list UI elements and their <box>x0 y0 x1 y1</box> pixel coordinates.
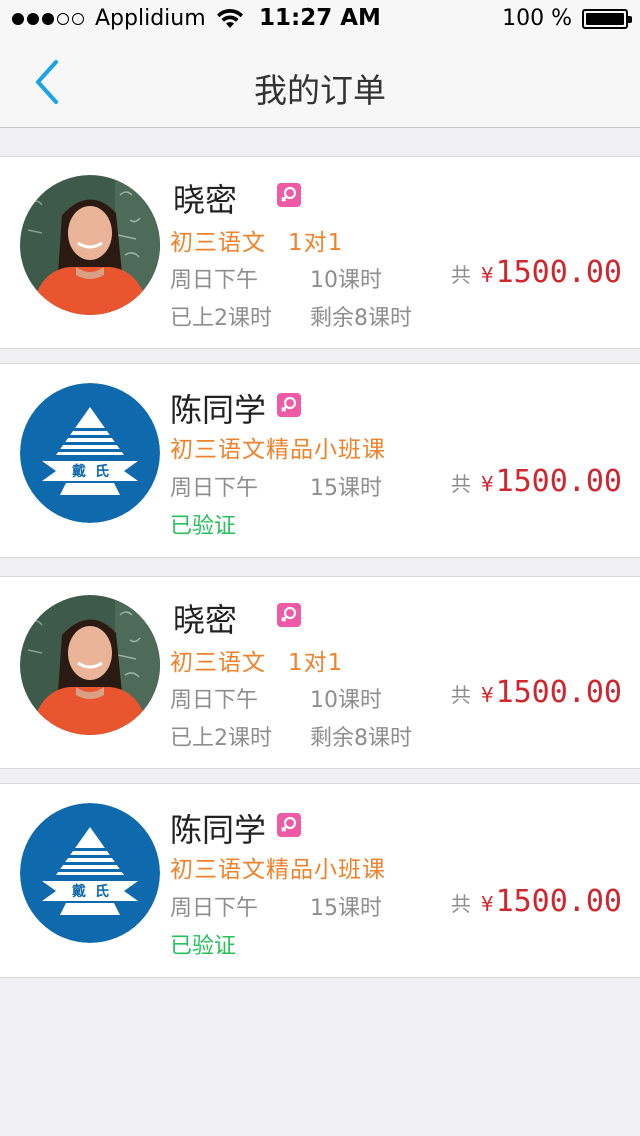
hours-remaining: 剩余8课时 <box>310 306 412 331</box>
battery-icon <box>582 8 632 29</box>
battery-percent: 100 % <box>502 6 572 31</box>
status-badge: 已验证 <box>170 514 237 539</box>
total-hours: 15课时 <box>310 476 382 501</box>
course-name: 初三语文 <box>170 230 266 256</box>
avatar <box>20 595 160 735</box>
female-icon <box>277 813 301 837</box>
currency-symbol: ¥ <box>480 472 494 496</box>
schedule: 周日下午 <box>170 688 259 713</box>
female-icon <box>277 603 301 627</box>
female-icon <box>277 393 301 417</box>
price-value: 1500.00 <box>495 255 622 290</box>
order-card[interactable]: 戴 氏 陈同学 初三语文精品小班课 周日下午 15课时 共 ¥ 1500.00 … <box>0 363 640 558</box>
price-value: 1500.00 <box>495 884 622 919</box>
avatar: 戴 氏 <box>20 803 160 943</box>
student-name: 陈同学 <box>170 391 267 429</box>
student-name: 陈同学 <box>170 811 267 849</box>
currency-symbol: ¥ <box>480 892 494 916</box>
price-block: 共 ¥ 1500.00 <box>451 884 622 919</box>
student-name: 晓密 <box>173 181 238 219</box>
hours-done: 已上2课时 <box>170 726 272 751</box>
teacher-photo-icon <box>20 175 160 315</box>
order-card[interactable]: 晓密 初三语文 1对1 周日下午 10课时 共 ¥ 1500.00 已上2课时 剩… <box>0 156 640 349</box>
price-value: 1500.00 <box>495 675 622 710</box>
status-right: 100 % <box>502 6 632 31</box>
price-block: 共 ¥ 1500.00 <box>451 675 622 710</box>
svg-text:氏: 氏 <box>95 464 109 480</box>
total-hours: 10课时 <box>310 688 382 713</box>
total-hours: 10课时 <box>310 268 382 293</box>
price-block: 共 ¥ 1500.00 <box>451 464 622 499</box>
order-card[interactable]: 戴 氏 陈同学 初三语文精品小班课 周日下午 15课时 共 ¥ 1500.00 … <box>0 783 640 978</box>
page-title: 我的订单 <box>254 71 386 110</box>
course-title: 初三语文精品小班课 <box>170 437 386 463</box>
student-name: 晓密 <box>173 601 238 639</box>
total-hours: 15课时 <box>310 896 382 921</box>
currency-symbol: ¥ <box>480 683 494 707</box>
course-title: 初三语文精品小班课 <box>170 857 386 883</box>
price-value: 1500.00 <box>495 464 622 499</box>
school-logo-icon: 戴 氏 <box>20 383 160 523</box>
schedule: 周日下午 <box>170 476 259 501</box>
teacher-photo-icon <box>20 595 160 735</box>
price-label: 共 <box>450 263 471 287</box>
currency-symbol: ¥ <box>480 263 494 287</box>
school-logo-icon: 戴 氏 <box>20 803 160 943</box>
schedule: 周日下午 <box>170 896 259 921</box>
price-label: 共 <box>450 683 471 707</box>
order-card[interactable]: 晓密 初三语文 1对1 周日下午 10课时 共 ¥ 1500.00 已上2课时 剩… <box>0 576 640 769</box>
svg-text:戴: 戴 <box>72 883 86 900</box>
status-bar: Applidium 11:27 AM 100 % <box>0 0 640 40</box>
hours-remaining: 剩余8课时 <box>310 726 412 751</box>
svg-text:氏: 氏 <box>95 884 109 900</box>
course-title: 初三语文 1对1 <box>170 643 343 677</box>
schedule: 周日下午 <box>170 268 259 293</box>
course-title: 初三语文 1对1 <box>170 223 343 257</box>
price-block: 共 ¥ 1500.00 <box>451 255 622 290</box>
course-type: 1对1 <box>288 230 344 256</box>
status-badge: 已验证 <box>170 934 237 959</box>
female-icon <box>277 183 301 207</box>
price-label: 共 <box>450 472 471 496</box>
price-label: 共 <box>450 892 471 916</box>
course-name: 初三语文 <box>170 650 266 676</box>
course-type: 1对1 <box>288 650 344 676</box>
avatar: 戴 氏 <box>20 383 160 523</box>
svg-text:戴: 戴 <box>72 463 86 480</box>
hours-done: 已上2课时 <box>170 306 272 331</box>
avatar <box>20 175 160 315</box>
navigation-bar: 我的订单 <box>0 40 640 128</box>
